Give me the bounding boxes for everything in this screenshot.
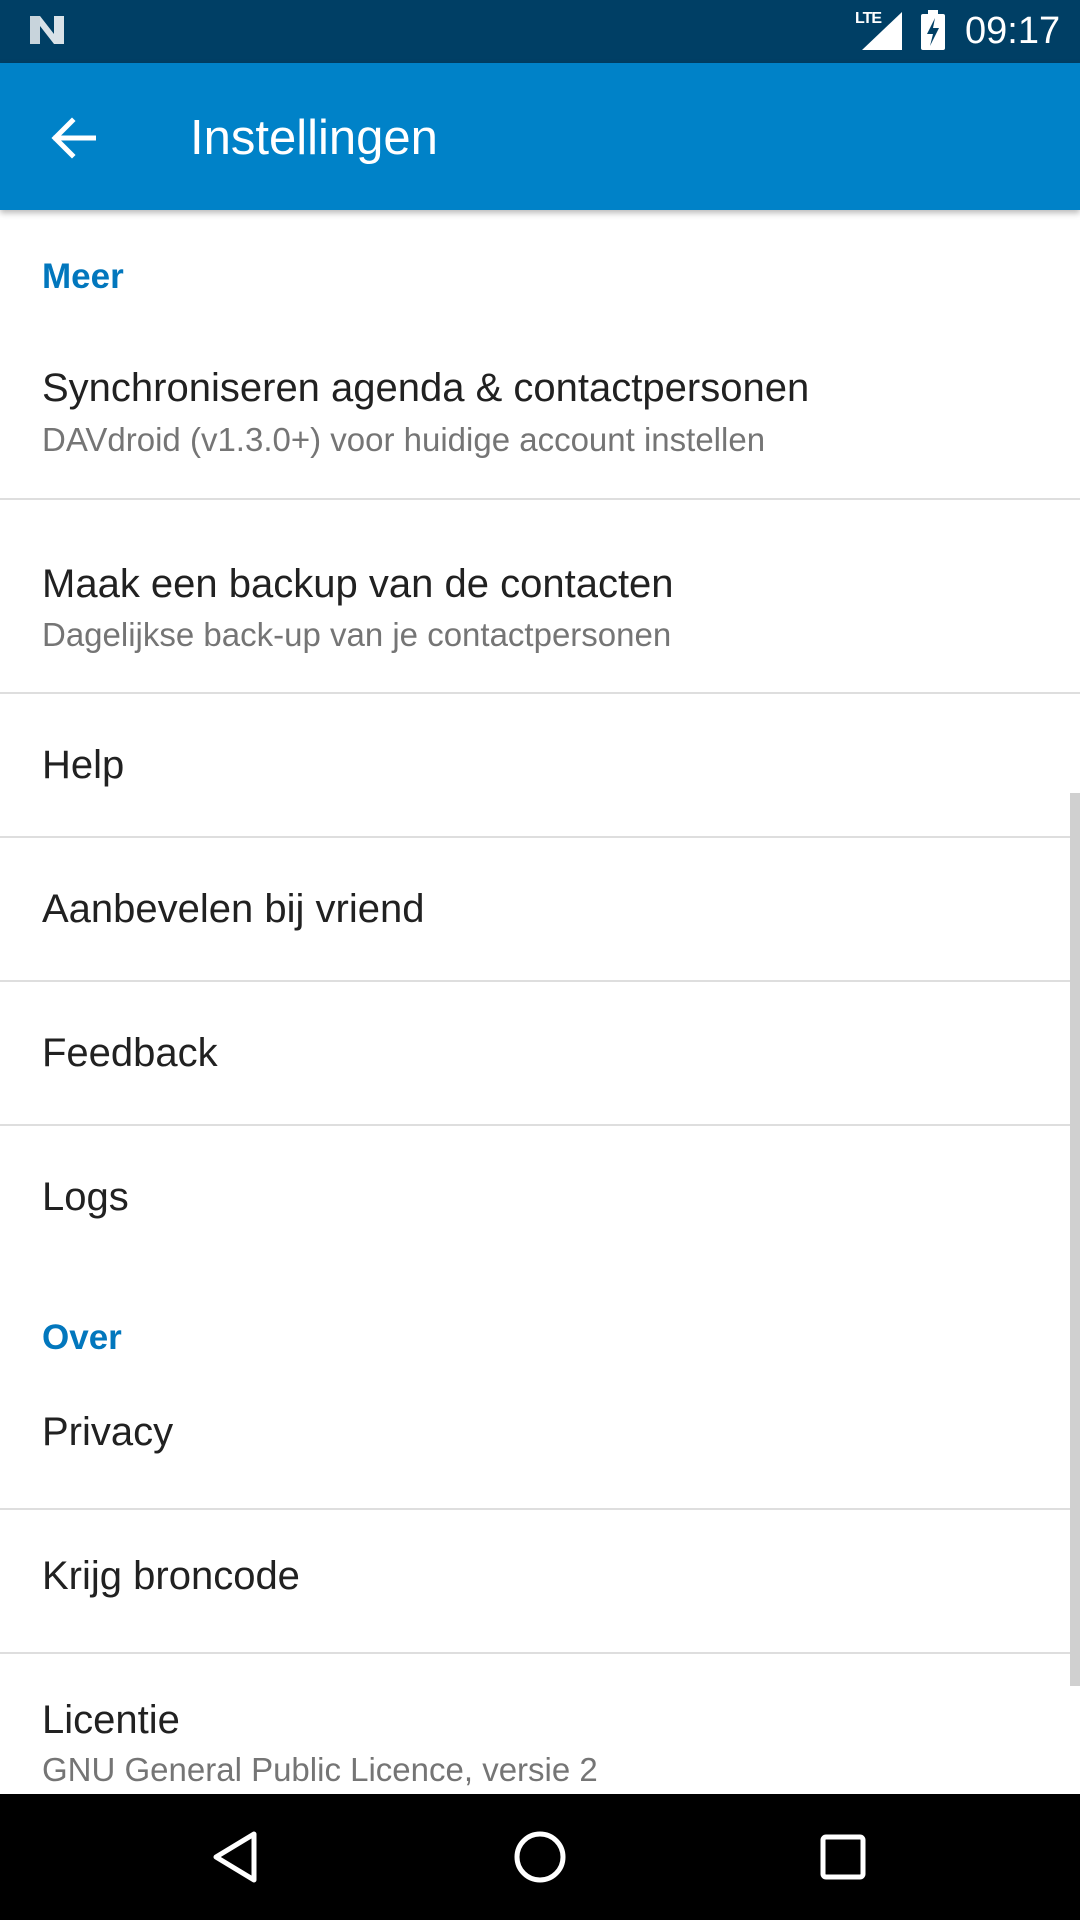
- setting-title: Help: [42, 743, 125, 787]
- setting-help[interactable]: Help: [0, 694, 1080, 836]
- setting-recommend-friend[interactable]: Aanbevelen bij vriend: [0, 838, 1080, 980]
- signal-icon: [862, 12, 902, 50]
- scrollbar[interactable]: [1070, 793, 1080, 1686]
- setting-sync-calendar-contacts[interactable]: Synchroniseren agenda & contactpersonen …: [0, 340, 1080, 508]
- setting-privacy[interactable]: Privacy: [0, 1380, 1080, 1520]
- setting-subtitle: DAVdroid (v1.3.0+) voor huidige account …: [42, 421, 766, 458]
- setting-title: Aanbevelen bij vriend: [42, 887, 425, 931]
- setting-title: Maak een backup van de contacten: [42, 562, 674, 606]
- status-bar: LTE 09:17: [0, 0, 1080, 63]
- setting-title: Krijg broncode: [42, 1554, 300, 1598]
- setting-logs[interactable]: Logs: [0, 1126, 1080, 1268]
- recents-square-icon: [820, 1834, 866, 1880]
- setting-backup-contacts[interactable]: Maak een backup van de contacten Dagelij…: [0, 500, 1080, 692]
- setting-source-code[interactable]: Krijg broncode: [0, 1510, 1080, 1652]
- setting-title: Feedback: [42, 1031, 218, 1075]
- setting-title: Privacy: [42, 1410, 174, 1454]
- battery-charging-icon: [921, 10, 945, 50]
- nav-home-button[interactable]: [505, 1822, 575, 1892]
- setting-title: Synchroniseren agenda & contactpersonen: [42, 366, 810, 410]
- home-circle-icon: [514, 1831, 566, 1883]
- settings-list[interactable]: Meer Synchroniseren agenda & contactpers…: [0, 210, 1080, 1794]
- n-logo-icon: [30, 16, 64, 44]
- setting-subtitle: GNU General Public Licence, versie 2: [42, 1751, 598, 1788]
- setting-title: Licentie: [42, 1698, 180, 1742]
- back-button[interactable]: [38, 103, 108, 173]
- page-title: Instellingen: [190, 111, 438, 165]
- nav-back-button[interactable]: [200, 1822, 270, 1892]
- nav-recents-button[interactable]: [808, 1822, 878, 1892]
- setting-title: Logs: [42, 1175, 129, 1219]
- arrow-left-icon: [51, 117, 96, 159]
- back-triangle-icon: [213, 1831, 257, 1883]
- setting-subtitle: Dagelijkse back-up van je contactpersone…: [42, 616, 672, 653]
- app-bar: Instellingen: [0, 63, 1080, 210]
- section-header-meer: Meer: [42, 257, 124, 296]
- section-header-over: Over: [42, 1318, 122, 1357]
- navigation-bar: [0, 1794, 1080, 1920]
- status-clock: 09:17: [965, 10, 1061, 52]
- setting-feedback[interactable]: Feedback: [0, 982, 1080, 1124]
- setting-license[interactable]: Licentie GNU General Public Licence, ver…: [0, 1654, 1080, 1794]
